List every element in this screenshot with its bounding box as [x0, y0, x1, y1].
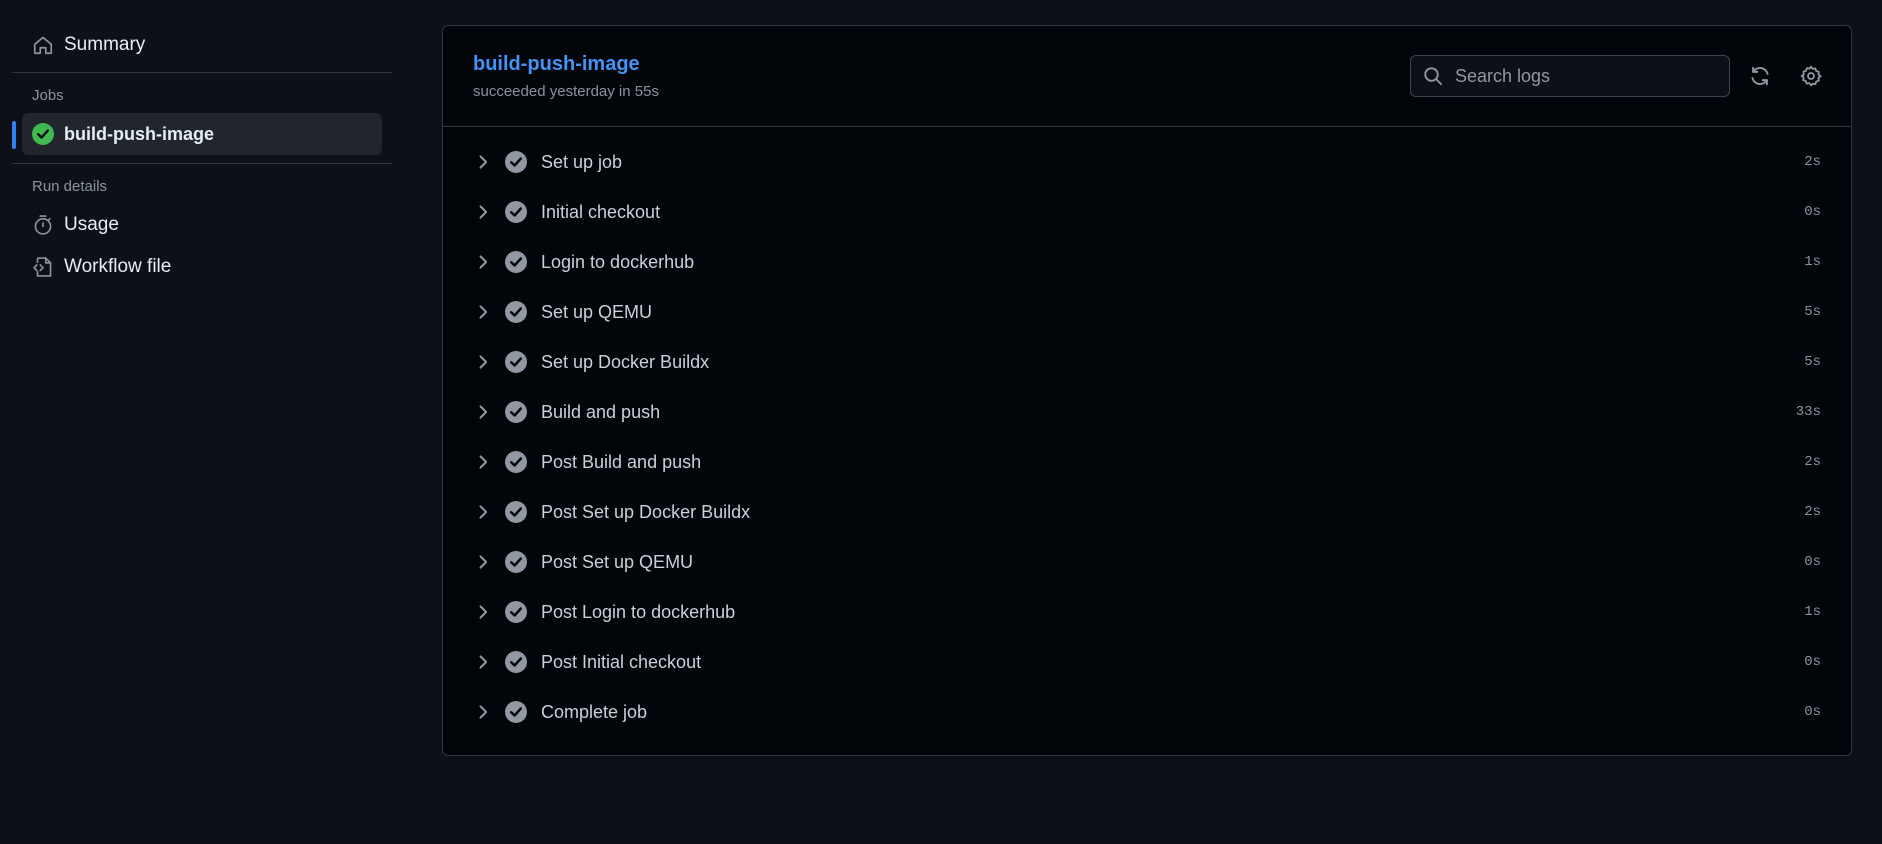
check-circle-icon — [505, 251, 527, 273]
home-icon — [32, 34, 54, 56]
check-circle-icon — [505, 301, 527, 323]
chevron-right-icon[interactable] — [473, 302, 493, 322]
chevron-right-icon[interactable] — [473, 252, 493, 272]
step-name: Complete job — [541, 701, 648, 722]
chevron-right-icon[interactable] — [473, 702, 493, 722]
search-icon — [1424, 67, 1443, 86]
sidebar-summary-label: Summary — [64, 34, 146, 55]
step-duration: 0s — [1804, 554, 1821, 570]
step-row[interactable]: Set up QEMU 5s — [443, 287, 1851, 337]
chevron-right-icon[interactable] — [473, 652, 493, 672]
step-row[interactable]: Post Set up Docker Buildx 2s — [443, 487, 1851, 537]
step-name: Set up Docker Buildx — [541, 351, 710, 372]
check-circle-icon — [505, 601, 527, 623]
step-duration: 1s — [1804, 254, 1821, 270]
check-circle-icon — [505, 701, 527, 723]
step-name: Set up job — [541, 151, 623, 172]
step-row[interactable]: Post Build and push 2s — [443, 437, 1851, 487]
check-circle-icon — [505, 201, 527, 223]
step-name: Post Login to dockerhub — [541, 601, 736, 622]
check-circle-icon — [505, 501, 527, 523]
search-logs-input[interactable] — [1453, 64, 1717, 88]
chevron-right-icon[interactable] — [473, 602, 493, 622]
sidebar-job-build-push-image[interactable]: build-push-image — [12, 113, 382, 155]
settings-button[interactable] — [1798, 63, 1824, 89]
sidebar: Summary Jobs build-push-image Run detail… — [12, 24, 392, 288]
sidebar-job-label: build-push-image — [64, 123, 214, 144]
chevron-right-icon[interactable] — [473, 552, 493, 572]
stopwatch-icon — [32, 214, 54, 236]
check-circle-icon — [505, 151, 527, 173]
step-duration: 2s — [1804, 154, 1821, 170]
sidebar-workflow-file-link[interactable]: Workflow file — [12, 246, 392, 288]
step-name: Login to dockerhub — [541, 251, 695, 272]
check-circle-icon — [505, 551, 527, 573]
step-name: Post Initial checkout — [541, 651, 702, 672]
chevron-right-icon[interactable] — [473, 402, 493, 422]
step-duration: 0s — [1804, 204, 1821, 220]
sidebar-usage-link[interactable]: Usage — [12, 204, 392, 246]
chevron-right-icon[interactable] — [473, 352, 493, 372]
step-name: Post Set up QEMU — [541, 551, 694, 572]
check-circle-icon — [505, 351, 527, 373]
step-name: Post Set up Docker Buildx — [541, 501, 751, 522]
step-row[interactable]: Post Initial checkout 0s — [443, 637, 1851, 687]
steps-list: Set up job 2s Initial checkout 0s Login … — [443, 127, 1851, 737]
step-row[interactable]: Build and push 33s — [443, 387, 1851, 437]
step-row[interactable]: Post Set up QEMU 0s — [443, 537, 1851, 587]
chevron-right-icon[interactable] — [473, 502, 493, 522]
step-row[interactable]: Set up Docker Buildx 5s — [443, 337, 1851, 387]
check-circle-icon — [32, 123, 54, 145]
step-duration: 5s — [1804, 354, 1821, 370]
jobs-heading: Jobs — [32, 87, 64, 104]
check-circle-icon — [505, 451, 527, 473]
gear-icon — [1800, 65, 1822, 87]
sidebar-workflow-file-label: Workflow file — [64, 256, 172, 277]
sidebar-summary-link[interactable]: Summary — [12, 24, 392, 66]
file-code-icon — [32, 256, 54, 278]
chevron-right-icon[interactable] — [473, 452, 493, 472]
job-header: build-push-image succeeded yesterday in … — [443, 26, 1851, 127]
step-name: Initial checkout — [541, 201, 661, 222]
refresh-button[interactable] — [1747, 63, 1773, 89]
step-duration: 0s — [1804, 654, 1821, 670]
step-duration: 0s — [1804, 704, 1821, 720]
job-log-panel: build-push-image succeeded yesterday in … — [442, 25, 1852, 756]
sidebar-usage-label: Usage — [64, 214, 119, 235]
check-circle-icon — [505, 401, 527, 423]
step-duration: 33s — [1795, 404, 1821, 420]
sidebar-divider — [12, 72, 392, 73]
step-duration: 1s — [1804, 604, 1821, 620]
step-duration: 2s — [1804, 454, 1821, 470]
job-title[interactable]: build-push-image — [473, 53, 640, 76]
chevron-right-icon[interactable] — [473, 202, 493, 222]
step-row[interactable]: Login to dockerhub 1s — [443, 237, 1851, 287]
step-row[interactable]: Complete job 0s — [443, 687, 1851, 737]
step-row[interactable]: Post Login to dockerhub 1s — [443, 587, 1851, 637]
job-status-text: succeeded yesterday in 55s — [473, 83, 659, 100]
search-logs-box[interactable] — [1410, 55, 1730, 97]
refresh-icon — [1751, 66, 1769, 86]
chevron-right-icon[interactable] — [473, 152, 493, 172]
step-name: Build and push — [541, 401, 661, 422]
step-duration: 5s — [1804, 304, 1821, 320]
run-details-heading: Run details — [32, 178, 108, 195]
sidebar-divider — [12, 163, 392, 164]
step-name: Set up QEMU — [541, 301, 653, 322]
check-circle-icon — [505, 651, 527, 673]
step-name: Post Build and push — [541, 451, 702, 472]
step-row[interactable]: Set up job 2s — [443, 137, 1851, 187]
active-indicator — [12, 121, 16, 149]
step-row[interactable]: Initial checkout 0s — [443, 187, 1851, 237]
step-duration: 2s — [1804, 504, 1821, 520]
